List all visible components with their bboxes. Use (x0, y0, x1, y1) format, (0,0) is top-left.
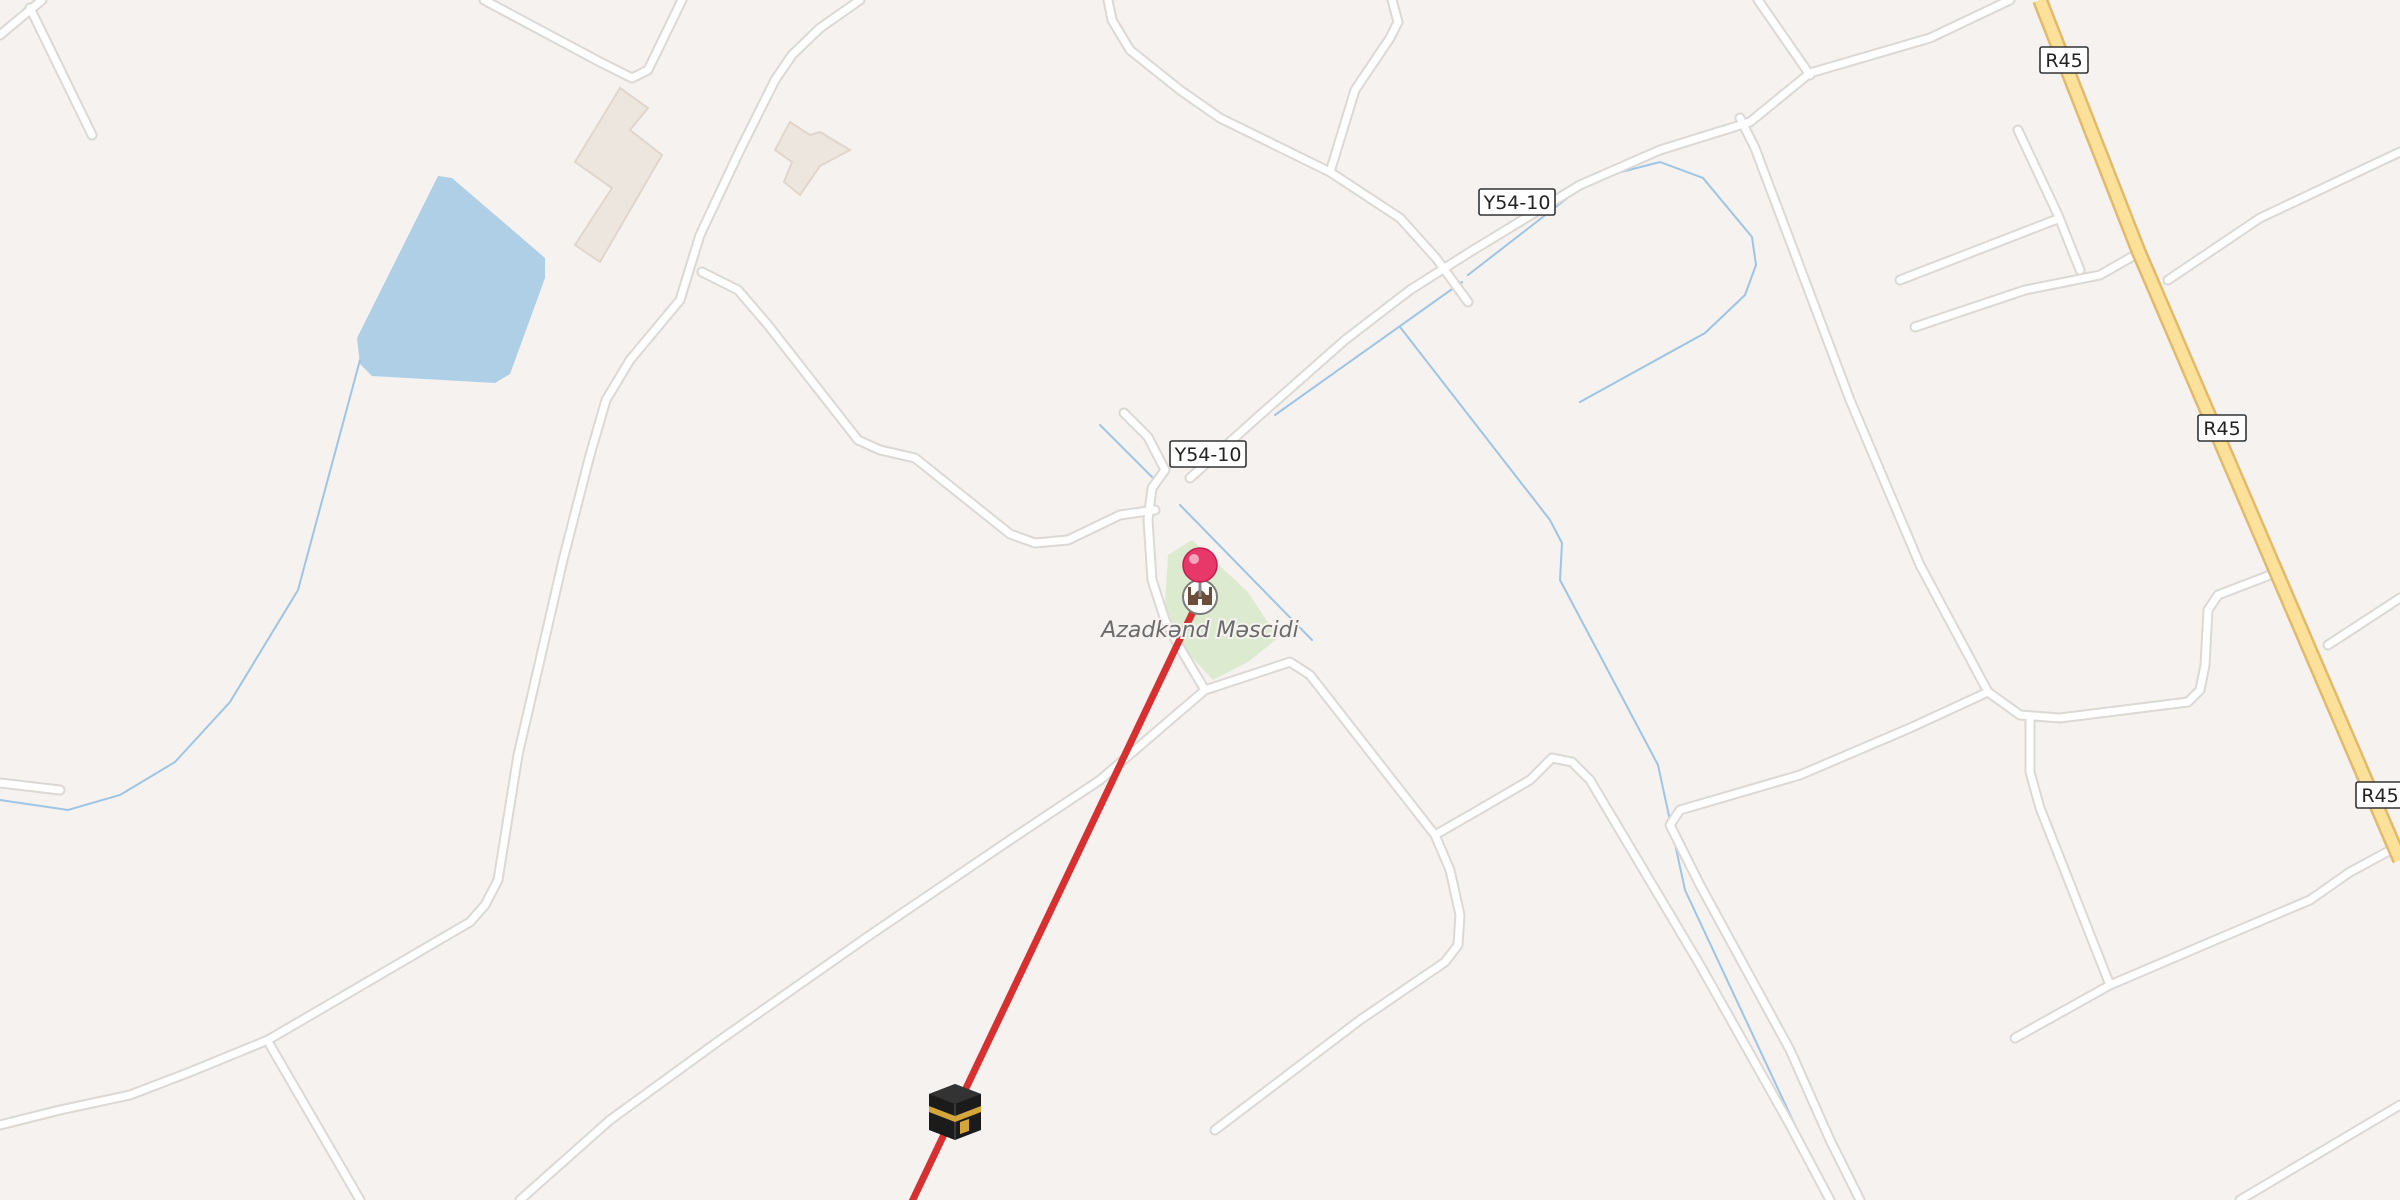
building (573, 86, 664, 264)
svg-text:Y54-10: Y54-10 (1174, 444, 1242, 466)
map-canvas[interactable]: Y54-10 Y54-10 R45 R45 R45 Azadkənd Məsci… (0, 0, 2400, 1200)
svg-text:R45: R45 (2203, 418, 2240, 440)
building (773, 120, 853, 197)
svg-text:Y54-10: Y54-10 (1483, 192, 1551, 214)
lake (357, 176, 545, 383)
kaaba-icon[interactable] (929, 1084, 981, 1140)
svg-text:R45: R45 (2361, 785, 2398, 807)
road-shield-r45: R45 (2039, 46, 2089, 74)
svg-text:R45: R45 (2045, 50, 2082, 72)
road-shield-y54-10: Y54-10 (1169, 440, 1247, 468)
road-shield-r45: R45 (2197, 414, 2247, 442)
poi-label[interactable]: Azadkənd Məscidi (1097, 616, 1300, 645)
road-shield-y54-10: Y54-10 (1478, 188, 1556, 216)
map-layer: Y54-10 Y54-10 R45 R45 R45 Azadkənd Məsci… (0, 0, 2400, 1200)
road-shield-r45: R45 (2355, 781, 2400, 809)
